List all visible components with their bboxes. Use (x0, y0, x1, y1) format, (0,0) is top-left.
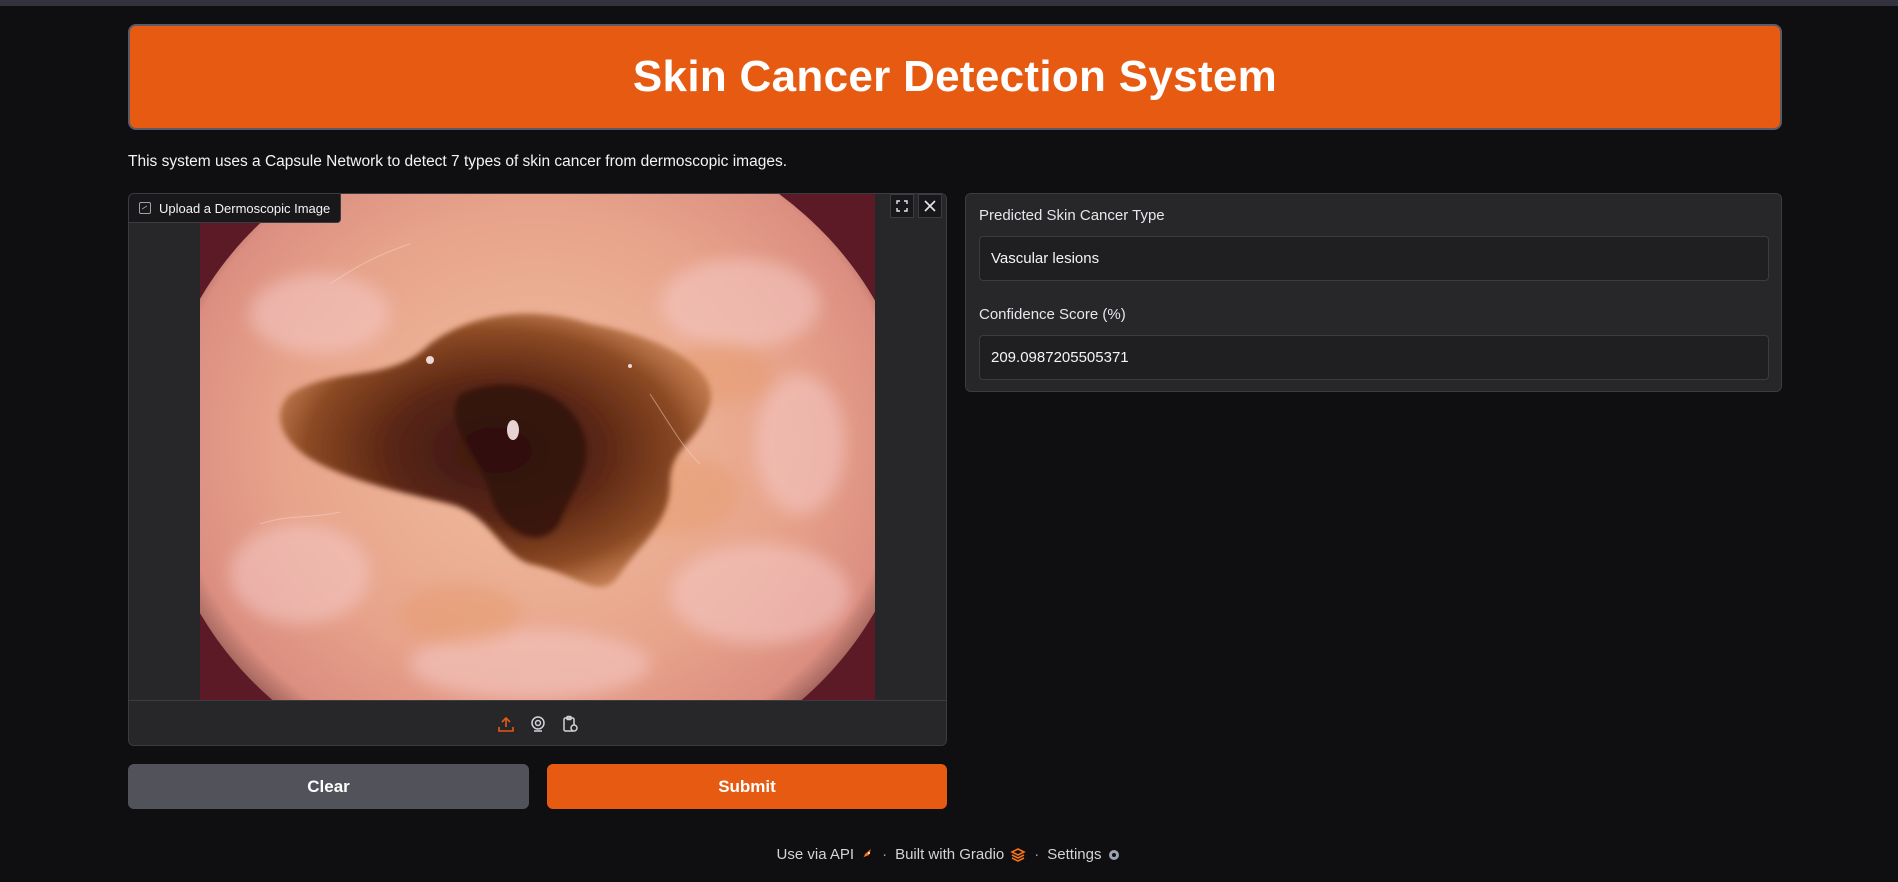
prediction-output[interactable]: Vascular lesions (979, 236, 1769, 281)
image-source-bar (129, 700, 946, 745)
image-input-label-text: Upload a Dermoscopic Image (159, 200, 331, 216)
image-icon (139, 202, 151, 214)
use-via-api-link[interactable]: Use via API (777, 846, 875, 863)
prediction-label: Predicted Skin Cancer Type (979, 207, 1165, 224)
webcam-icon[interactable] (527, 713, 549, 735)
image-input-label: Upload a Dermoscopic Image (129, 194, 342, 223)
gear-icon (1109, 849, 1120, 860)
image-preview-area (129, 194, 946, 700)
image-upload-panel[interactable]: Upload a Dermoscopic Image (128, 193, 947, 746)
gradio-logo-icon (1010, 847, 1027, 862)
footer: Use via API · Built with Gradio · Settin… (0, 846, 1898, 863)
footer-separator: · (1034, 846, 1040, 863)
prediction-value: Vascular lesions (991, 250, 1100, 267)
clipboard-icon[interactable] (559, 713, 581, 735)
image-toolbar (890, 194, 942, 218)
footer-separator: · (882, 846, 888, 863)
title-banner: Skin Cancer Detection System (128, 24, 1782, 130)
settings-link[interactable]: Settings (1047, 846, 1121, 863)
clear-button[interactable]: Clear (128, 764, 529, 809)
built-with-gradio-text: Built with Gradio (895, 846, 1005, 863)
top-bar (0, 0, 1898, 6)
settings-text: Settings (1047, 846, 1102, 863)
dermoscopic-image (200, 194, 875, 700)
close-icon[interactable] (918, 194, 942, 218)
confidence-output[interactable]: 209.0987205505371 (979, 335, 1769, 380)
built-with-gradio-link[interactable]: Built with Gradio (895, 846, 1027, 863)
output-panel: Predicted Skin Cancer Type Vascular lesi… (965, 193, 1782, 392)
rocket-icon (863, 848, 872, 859)
confidence-value: 209.0987205505371 (991, 349, 1129, 366)
use-via-api-text: Use via API (776, 846, 855, 863)
upload-icon[interactable] (495, 713, 517, 735)
page-title: Skin Cancer Detection System (632, 52, 1278, 101)
description: This system uses a Capsule Network to de… (128, 153, 788, 170)
fullscreen-icon[interactable] (890, 194, 914, 218)
submit-button[interactable]: Submit (547, 764, 947, 809)
confidence-label: Confidence Score (%) (979, 306, 1126, 323)
